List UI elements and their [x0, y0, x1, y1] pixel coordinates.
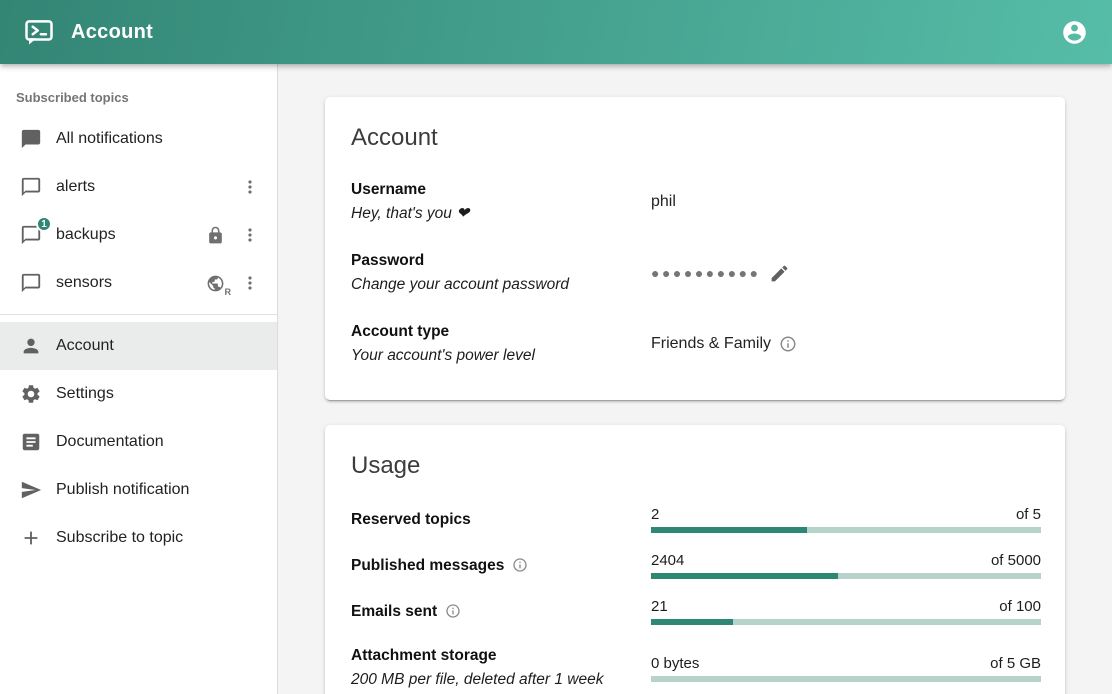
usage-progress-fill: [651, 527, 807, 533]
usage-current-value: 2: [651, 506, 659, 523]
sidebar-item-subscribe-to-topic[interactable]: Subscribe to topic: [0, 514, 277, 562]
sidebar-item-publish-notification[interactable]: Publish notification: [0, 466, 277, 514]
usage-row-emails-sent: Emails sent 21 of 100: [351, 598, 1041, 625]
topic-menu-button-backups[interactable]: [239, 224, 261, 246]
usage-progress-bar: [651, 676, 1041, 682]
usage-current-value: 21: [651, 598, 668, 615]
chat-outline-icon: [20, 272, 42, 294]
topic-menu-button-alerts[interactable]: [239, 176, 261, 198]
usage-card-title: Usage: [351, 452, 1041, 480]
gear-icon: [20, 383, 42, 405]
nav-label: Subscribe to topic: [56, 529, 183, 547]
field-label: Account type: [351, 320, 651, 344]
sidebar-item-settings[interactable]: Settings: [0, 370, 277, 418]
usage-current-value: 0 bytes: [651, 655, 699, 672]
sidebar-divider: [0, 314, 277, 315]
subscribed-topics-label: Subscribed topics: [0, 72, 277, 115]
topic-label: alerts: [56, 178, 95, 196]
send-icon: [20, 479, 42, 501]
page-title: Account: [71, 21, 153, 44]
lock-icon: [204, 224, 226, 246]
field-label: Username: [351, 178, 651, 202]
field-value: Friends & Family: [651, 335, 771, 353]
sidebar-topic-sensors[interactable]: sensors R: [0, 259, 277, 307]
usage-limit: of 5: [1016, 506, 1041, 523]
account-type-info-icon[interactable]: [779, 335, 797, 353]
nav-label: Account: [56, 337, 114, 355]
nav-label: Settings: [56, 385, 114, 403]
account-row-password: PasswordChange your account password●●●●…: [351, 249, 1041, 297]
plus-icon: [20, 527, 42, 549]
globe-icon: [206, 274, 225, 293]
account-card: Account UsernameHey, that's you ❤phil Pas…: [325, 97, 1065, 400]
usage-row-published-messages: Published messages 2404 of 5000: [351, 552, 1041, 579]
usage-limit: of 5000: [991, 552, 1041, 569]
edit-icon: [769, 263, 790, 284]
usage-row-reserved-topics: Reserved topics 2 of 5: [351, 506, 1041, 533]
account-row-username: UsernameHey, that's you ❤phil: [351, 178, 1041, 226]
field-label: Password: [351, 249, 651, 273]
reserved-mark: R: [225, 287, 232, 297]
article-icon: [20, 431, 42, 453]
usage-row-attachment-storage: Attachment storage200 MB per file, delet…: [351, 644, 1041, 692]
field-sublabel: Change your account password: [351, 273, 651, 297]
ntfy-logo-icon: [24, 17, 54, 47]
account-row-account-type: Account typeYour account's power levelFr…: [351, 320, 1041, 368]
topic-menu-button-sensors[interactable]: [239, 272, 261, 294]
usage-card: Usage Reserved topics 2 of 5 Published mess…: [325, 425, 1065, 694]
nav-label: Publish notification: [56, 481, 189, 499]
password-masked-value: ●●●●●●●●●●: [651, 265, 761, 281]
edit-password-button[interactable]: [769, 262, 791, 284]
usage-progress-fill: [651, 573, 838, 579]
usage-limit: of 5 GB: [990, 655, 1041, 672]
usage-label: Attachment storage: [351, 644, 497, 668]
sidebar-topic-alerts[interactable]: alerts: [0, 163, 277, 211]
account-circle-icon[interactable]: [1061, 19, 1088, 46]
usage-progress-bar: [651, 573, 1041, 579]
topic-label: sensors: [56, 274, 112, 292]
chat-outline-icon: [20, 176, 42, 198]
topic-label: All notifications: [56, 130, 163, 148]
reserved-topic-icon: R: [204, 272, 226, 294]
usage-info-icon[interactable]: [445, 603, 463, 621]
usage-label: Reserved topics: [351, 508, 471, 532]
topic-label: backups: [56, 226, 116, 244]
usage-label: Emails sent: [351, 600, 437, 624]
usage-label: Published messages: [351, 554, 504, 578]
person-icon: [20, 335, 42, 357]
usage-current-value: 2404: [651, 552, 684, 569]
nav-label: Documentation: [56, 433, 164, 451]
usage-progress-fill: [651, 619, 733, 625]
sidebar-topic-all-notifications[interactable]: All notifications: [0, 115, 277, 163]
field-sublabel: Hey, that's you ❤: [351, 202, 651, 226]
sidebar: Subscribed topics All notifications alert…: [0, 64, 278, 694]
main-content: Account UsernameHey, that's you ❤phil Pas…: [278, 64, 1112, 694]
usage-info-icon[interactable]: [512, 557, 530, 575]
usage-sublabel: 200 MB per file, deleted after 1 week: [351, 668, 651, 692]
usage-progress-bar: [651, 527, 1041, 533]
sidebar-item-documentation[interactable]: Documentation: [0, 418, 277, 466]
chat-filled-icon: [20, 128, 42, 150]
unread-badge: 1: [36, 216, 52, 232]
app-header: Account: [0, 0, 1112, 64]
sidebar-item-account[interactable]: Account: [0, 322, 277, 370]
usage-progress-bar: [651, 619, 1041, 625]
account-card-title: Account: [351, 124, 1041, 152]
field-value: phil: [651, 193, 676, 211]
sidebar-topic-backups[interactable]: 1backups: [0, 211, 277, 259]
usage-limit: of 100: [999, 598, 1041, 615]
field-sublabel: Your account's power level: [351, 344, 651, 368]
